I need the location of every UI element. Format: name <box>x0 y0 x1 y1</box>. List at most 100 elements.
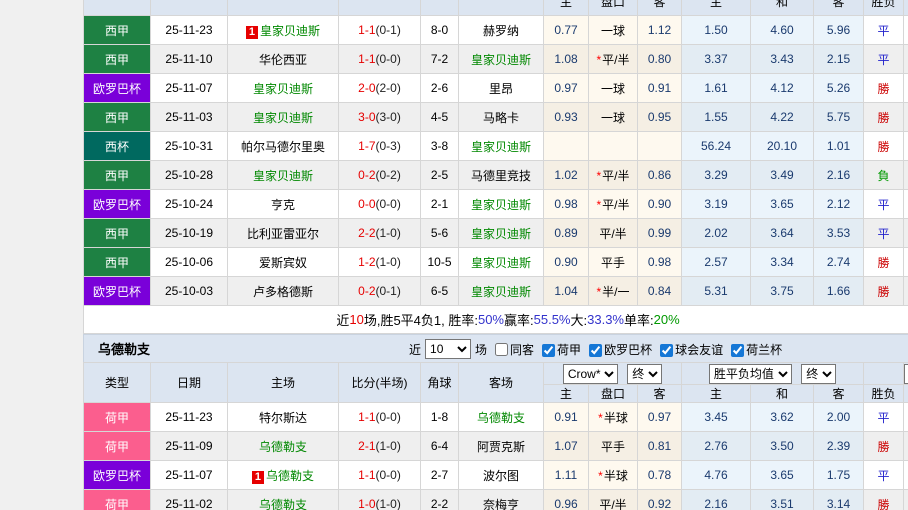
euro-odds-group-header: 胜平负均值 终 <box>681 362 865 385</box>
league-badge: 欧罗巴杯 <box>83 460 151 490</box>
ah-odds-group-header: Crow* 终 <box>542 362 683 385</box>
home-team[interactable]: 皇家贝迪斯 <box>227 73 339 103</box>
header-handicap: 让 <box>903 384 908 403</box>
home-team[interactable]: 特尔斯达 <box>227 402 339 432</box>
star-marker: * <box>598 468 603 483</box>
home-team[interactable]: 皇家贝迪斯 <box>227 102 339 132</box>
ah-home-odds: 1.11 <box>543 460 589 490</box>
match-row: 荷甲 25-11-23 特尔斯达 1-1(0-0) 1-8 乌德勒支 0.91 *半球 0.97… <box>83 402 908 432</box>
corners: 4-5 <box>420 102 459 132</box>
league-filter-checkbox-2[interactable] <box>660 343 674 357</box>
match-date: 25-10-03 <box>150 276 228 306</box>
home-team[interactable]: 1 皇家贝迪斯 <box>227 15 339 45</box>
match-result: 勝 <box>863 247 904 277</box>
ah-away-odds: 0.98 <box>637 247 682 277</box>
away-team[interactable]: 波尔图 <box>458 460 544 490</box>
euro-away-odds: 2.12 <box>813 189 864 219</box>
home-team-name: 乌德勒支 <box>258 439 307 454</box>
league-filter-checkbox-1[interactable] <box>589 343 603 357</box>
header-spacer <box>338 0 421 16</box>
fulltime-score: 0-2 <box>358 168 376 182</box>
fulltime-score: 1-1 <box>358 52 376 66</box>
home-team[interactable]: 华伦西亚 <box>227 44 339 74</box>
same-away-checkbox[interactable] <box>495 342 509 356</box>
away-team[interactable]: 马德里竞技 <box>458 160 544 190</box>
euro-away-odds: 2.00 <box>813 402 865 432</box>
away-team[interactable]: 皇家贝迪斯 <box>458 247 544 277</box>
home-team[interactable]: 爱斯宾奴 <box>227 247 339 277</box>
score-cell: 0-0(0-0) <box>338 189 421 219</box>
away-team[interactable]: 皇家贝迪斯 <box>458 218 544 248</box>
halftime-score: (0-2) <box>375 168 401 182</box>
home-team-name: 亨克 <box>270 197 295 212</box>
away-team[interactable]: 皇家贝迪斯 <box>458 189 544 219</box>
home-team[interactable]: 卢多格德斯 <box>227 276 339 306</box>
result-text: 平 <box>877 410 890 425</box>
league-filter-checkbox-3[interactable] <box>731 343 745 357</box>
fulltime-score: 1-7 <box>358 139 376 153</box>
match-date: 25-11-07 <box>150 460 228 490</box>
away-team[interactable]: 阿贾克斯 <box>458 431 544 461</box>
home-team[interactable]: 乌德勒支 <box>227 489 339 510</box>
home-team[interactable]: 亨克 <box>227 189 339 219</box>
corners: 2-1 <box>420 189 459 219</box>
utrecht-matches-table: 类型 日期 主场 比分(半场) 角球 客场 Crow* 终 胜平负均值 终 全 … <box>83 362 908 510</box>
corners: 2-6 <box>420 73 459 103</box>
score-cell: 1-2(1-0) <box>338 247 421 277</box>
away-team[interactable]: 乌德勒支 <box>458 402 544 432</box>
match-date: 25-11-09 <box>150 431 228 461</box>
col-header-home: 主场 <box>227 362 339 403</box>
home-team[interactable]: 乌德勒支 <box>227 431 339 461</box>
score-cell: 3-0(3-0) <box>338 102 421 132</box>
halftime-score: (0-0) <box>375 468 401 482</box>
home-team[interactable]: 比利亚雷亚尔 <box>227 218 339 248</box>
ah-away-odds: 0.78 <box>636 460 683 490</box>
score-cell: 2-2(1-0) <box>338 218 421 248</box>
away-team[interactable]: 皇家贝迪斯 <box>458 44 544 74</box>
home-team-name: 乌德勒支 <box>258 497 307 510</box>
summary-part: 55.5% <box>533 312 571 327</box>
bookmaker-select[interactable]: Crow* <box>562 363 618 384</box>
euro-away-odds: 3.14 <box>813 489 865 510</box>
ah-line: *半/一 <box>588 276 638 306</box>
header-euro-home: 主 <box>681 0 751 16</box>
home-team[interactable]: 1 乌德勒支 <box>227 460 339 490</box>
match-result: 勝 <box>863 276 904 306</box>
match-row: 荷甲 25-11-09 乌德勒支 2-1(1-0) 6-4 阿贾克斯 1.07 平手 0.81 2… <box>83 431 908 461</box>
ah-home-odds <box>543 131 589 161</box>
home-team[interactable]: 帕尔马德尔里奥 <box>227 131 339 161</box>
euro-draw-odds: 4.12 <box>750 73 814 103</box>
away-team[interactable]: 皇家贝迪斯 <box>458 131 544 161</box>
away-team[interactable]: 马略卡 <box>458 102 544 132</box>
ah-away-odds: 0.92 <box>636 489 683 510</box>
ah-final-select[interactable]: 终 <box>627 363 663 384</box>
euro-away-odds: 1.66 <box>813 276 864 306</box>
match-result: 勝 <box>863 431 905 461</box>
row-extra <box>903 489 908 510</box>
away-team-name: 乌德勒支 <box>476 410 525 425</box>
halftime-score: (0-0) <box>375 197 401 211</box>
euro-final-select[interactable]: 终 <box>801 363 837 384</box>
away-team[interactable]: 皇家贝迪斯 <box>458 276 544 306</box>
match-result: 平 <box>863 189 904 219</box>
away-team[interactable]: 里昂 <box>458 73 544 103</box>
clipped-select[interactable]: 全 <box>904 363 908 384</box>
row-extra <box>903 247 908 277</box>
home-team[interactable]: 皇家贝迪斯 <box>227 160 339 190</box>
result-text: 勝 <box>877 284 890 299</box>
betis-matches-table: 主 盘口 客 主 和 客 胜负 西甲 25-11-23 1 皇家贝迪斯 1-1(0-1)… <box>83 0 908 306</box>
euro-avg-select[interactable]: 胜平负均值 <box>708 363 792 384</box>
away-team[interactable]: 奈梅亨 <box>458 489 544 510</box>
euro-away-odds: 2.74 <box>813 247 864 277</box>
away-team[interactable]: 赫罗纳 <box>458 15 544 45</box>
summary-part: 33.3% <box>587 312 624 327</box>
league-filter-checkbox-0[interactable] <box>542 343 556 357</box>
league-filter-label: 欧罗巴杯 <box>604 342 653 357</box>
euro-away-odds: 1.01 <box>813 131 864 161</box>
header-ah-away: 客 <box>637 0 682 16</box>
score-cell: 1-0(1-0) <box>338 489 421 510</box>
recent-count-select[interactable]: 10 <box>425 339 472 359</box>
match-date: 25-11-03 <box>150 102 228 132</box>
games-label: 场 <box>475 342 488 357</box>
header-spacer <box>150 0 228 16</box>
